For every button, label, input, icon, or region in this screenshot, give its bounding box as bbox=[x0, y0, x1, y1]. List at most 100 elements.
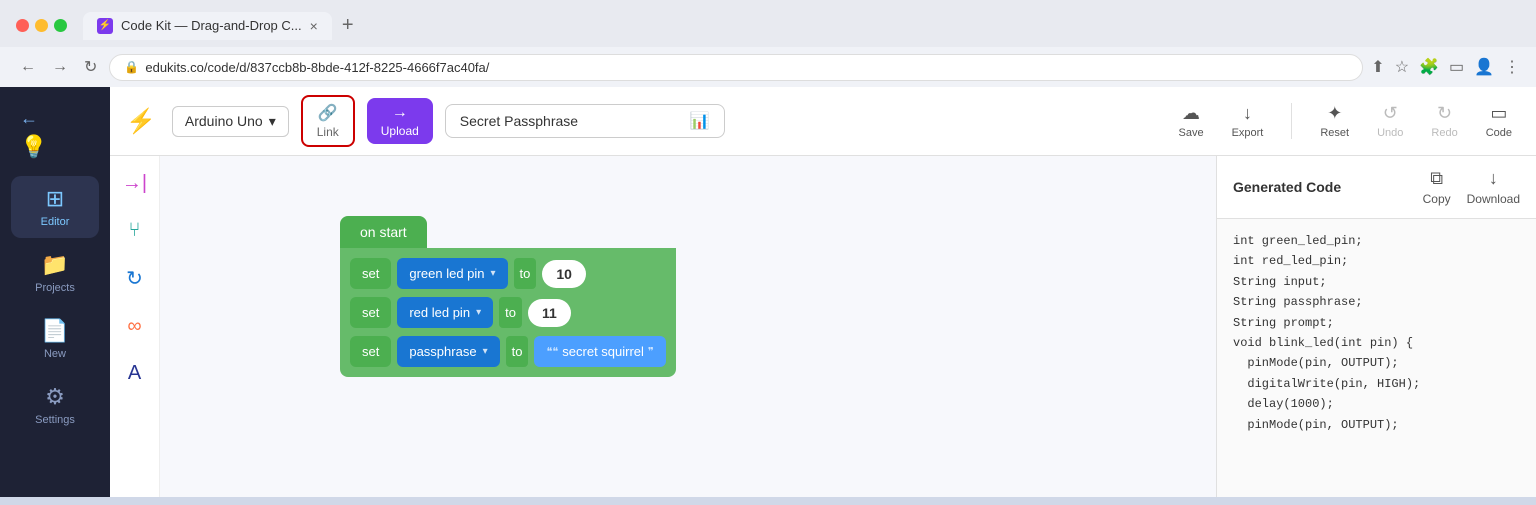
save-button[interactable]: ☁ Save bbox=[1170, 99, 1211, 143]
board-selector[interactable]: Arduino Uno ▾ bbox=[172, 106, 289, 137]
browser-actions: ⬆ ☆ 🧩 ▭ 👤 ⋮ bbox=[1371, 57, 1520, 77]
new-tab-button[interactable]: + bbox=[334, 10, 362, 41]
code-line-8: digitalWrite(pin, HIGH); bbox=[1233, 374, 1520, 394]
settings-icon: ⚙ bbox=[45, 384, 65, 410]
export-button[interactable]: ↓ Export bbox=[1224, 99, 1272, 143]
sidebar-toggle-icon[interactable]: ▭ bbox=[1449, 57, 1464, 77]
code-panel-header: Generated Code ⧉ Copy ↓ Download bbox=[1217, 156, 1536, 219]
code-label: Code bbox=[1486, 127, 1512, 139]
new-icon: 📄 bbox=[41, 318, 68, 344]
left-icon-2[interactable]: ⑂ bbox=[125, 215, 145, 246]
to-block-3: to bbox=[506, 336, 529, 367]
code-line-10: pinMode(pin, OUTPUT); bbox=[1233, 415, 1520, 435]
left-icon-5[interactable]: A bbox=[124, 358, 145, 389]
code-line-5: String prompt; bbox=[1233, 313, 1520, 333]
var-passphrase[interactable]: passphrase ▾ bbox=[397, 336, 499, 367]
passphrase-field[interactable]: Secret Passphrase 📊 bbox=[445, 104, 725, 138]
forward-button[interactable]: → bbox=[48, 54, 72, 80]
var-dropdown-icon-3: ▾ bbox=[483, 346, 488, 357]
profile-icon[interactable]: 👤 bbox=[1474, 57, 1494, 77]
link-button[interactable]: 🔗 Link bbox=[301, 95, 355, 147]
string-value-block[interactable]: ❝❝ secret squirrel ❞ bbox=[534, 336, 665, 367]
var-red-led[interactable]: red led pin ▾ bbox=[397, 297, 493, 328]
menu-icon[interactable]: ⋮ bbox=[1504, 57, 1520, 77]
upload-button[interactable]: → Upload bbox=[367, 98, 433, 144]
reset-label: Reset bbox=[1320, 127, 1349, 139]
undo-icon: ↺ bbox=[1383, 103, 1398, 124]
editor-icon: ⊞ bbox=[46, 186, 64, 212]
set-label-2: set bbox=[362, 305, 379, 320]
code-line-1: int green_led_pin; bbox=[1233, 231, 1520, 251]
num-block-2[interactable]: 11 bbox=[528, 299, 571, 327]
active-tab[interactable]: ⚡ Code Kit — Drag-and-Drop C... × bbox=[83, 12, 332, 40]
back-arrow-icon: ← bbox=[20, 108, 38, 128]
lock-icon: 🔒 bbox=[124, 60, 139, 74]
passphrase-text: Secret Passphrase bbox=[460, 113, 578, 129]
back-button[interactable]: ← bbox=[16, 54, 40, 80]
code-line-9: delay(1000); bbox=[1233, 394, 1520, 414]
set-block-1[interactable]: set bbox=[350, 258, 391, 289]
extensions-icon[interactable]: 🧩 bbox=[1419, 57, 1439, 77]
tab-bar: ⚡ Code Kit — Drag-and-Drop C... × + bbox=[83, 10, 1520, 41]
set-block-2[interactable]: set bbox=[350, 297, 391, 328]
code-line-3: String input; bbox=[1233, 272, 1520, 292]
link-chain-icon: 🔗 bbox=[318, 103, 338, 123]
upload-label: Upload bbox=[381, 124, 419, 138]
open-quote-icon: ❝❝ bbox=[546, 345, 558, 358]
browser-nav: ← → ↻ 🔒 edukits.co/code/d/837ccb8b-8bde-… bbox=[0, 47, 1536, 87]
board-dropdown-icon: ▾ bbox=[269, 113, 276, 130]
code-content: int green_led_pin; int red_led_pin; Stri… bbox=[1217, 219, 1536, 497]
download-icon: ↓ bbox=[1489, 168, 1498, 189]
sidebar-item-new-label: New bbox=[44, 348, 66, 360]
set-label-3: set bbox=[362, 344, 379, 359]
tab-close-button[interactable]: × bbox=[310, 18, 318, 34]
undo-button[interactable]: ↺ Undo bbox=[1369, 99, 1411, 143]
sidebar-item-editor-label: Editor bbox=[41, 216, 70, 228]
traffic-light-yellow[interactable] bbox=[35, 19, 48, 32]
code-line-6: void blink_led(int pin) { bbox=[1233, 333, 1520, 353]
canvas-area[interactable]: on start set green led pin ▾ bbox=[160, 156, 1216, 497]
num-block-1[interactable]: 10 bbox=[542, 260, 586, 288]
redo-button[interactable]: ↻ Redo bbox=[1423, 99, 1465, 143]
download-label: Download bbox=[1467, 192, 1520, 206]
sidebar-item-new[interactable]: 📄 New bbox=[11, 308, 99, 370]
left-icon-4[interactable]: ∞ bbox=[123, 311, 145, 342]
download-button[interactable]: ↓ Download bbox=[1467, 168, 1520, 206]
code-panel-actions: ⧉ Copy ↓ Download bbox=[1423, 168, 1520, 206]
reset-button[interactable]: ✦ Reset bbox=[1312, 99, 1357, 143]
set-block-3[interactable]: set bbox=[350, 336, 391, 367]
to-block-2: to bbox=[499, 297, 522, 328]
left-icon-3[interactable]: ↻ bbox=[122, 262, 147, 295]
export-icon: ↓ bbox=[1243, 103, 1252, 124]
on-start-block[interactable]: on start bbox=[340, 216, 427, 248]
sidebar-item-settings-label: Settings bbox=[35, 414, 75, 426]
sidebar-back-button[interactable]: ← 💡 bbox=[12, 99, 55, 168]
redo-label: Redo bbox=[1431, 127, 1457, 139]
code-button[interactable]: ▭ Code bbox=[1478, 99, 1520, 143]
save-icon: ☁ bbox=[1182, 103, 1200, 124]
bookmark-icon[interactable]: ☆ bbox=[1395, 57, 1409, 77]
save-label: Save bbox=[1178, 127, 1203, 139]
traffic-light-red[interactable] bbox=[16, 19, 29, 32]
code-line-2: int red_led_pin; bbox=[1233, 251, 1520, 271]
main-content: →| ⑂ ↻ ∞ A bbox=[110, 156, 1536, 497]
sidebar-item-editor[interactable]: ⊞ Editor bbox=[11, 176, 99, 238]
sidebar: ← 💡 ⊞ Editor 📁 Projects 📄 New ⚙ Settings bbox=[0, 87, 110, 497]
refresh-button[interactable]: ↻ bbox=[80, 53, 101, 81]
code-line-4: String passphrase; bbox=[1233, 292, 1520, 312]
var-green-led[interactable]: green led pin ▾ bbox=[397, 258, 507, 289]
traffic-light-green[interactable] bbox=[54, 19, 67, 32]
share-icon[interactable]: ⬆ bbox=[1371, 57, 1384, 77]
copy-icon: ⧉ bbox=[1430, 168, 1443, 189]
left-icon-1[interactable]: →| bbox=[118, 168, 151, 199]
var-dropdown-icon-1: ▾ bbox=[491, 268, 496, 279]
board-label: Arduino Uno bbox=[185, 113, 263, 129]
copy-button[interactable]: ⧉ Copy bbox=[1423, 168, 1451, 206]
projects-icon: 📁 bbox=[41, 252, 68, 278]
var-passphrase-label: passphrase bbox=[409, 344, 476, 359]
on-start-label: on start bbox=[360, 224, 407, 240]
sidebar-item-projects[interactable]: 📁 Projects bbox=[11, 242, 99, 304]
sidebar-item-projects-label: Projects bbox=[35, 282, 75, 294]
address-bar[interactable]: 🔒 edukits.co/code/d/837ccb8b-8bde-412f-8… bbox=[109, 54, 1363, 81]
sidebar-item-settings[interactable]: ⚙ Settings bbox=[11, 374, 99, 436]
